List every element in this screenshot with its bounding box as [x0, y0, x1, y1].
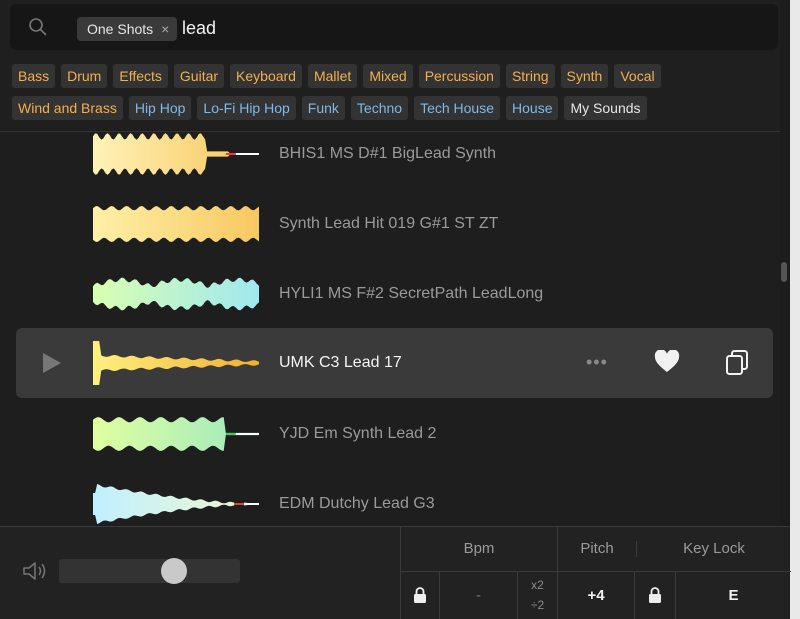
- tag-percussion[interactable]: Percussion: [418, 64, 500, 88]
- sound-name: UMK C3 Lead 17: [279, 354, 402, 371]
- bpm-value[interactable]: -: [440, 572, 517, 618]
- more-options-icon[interactable]: •••: [586, 352, 608, 373]
- sound-row[interactable]: EDM Dutchy Lead G3: [16, 469, 773, 526]
- volume-icon[interactable]: [22, 560, 48, 582]
- sound-row[interactable]: UMK C3 Lead 17 •••: [16, 328, 773, 398]
- sound-name: EDM Dutchy Lead G3: [279, 495, 435, 512]
- halve-bpm-button[interactable]: ÷2: [531, 595, 544, 615]
- sound-name: BHIS1 MS D#1 BigLead Synth: [279, 145, 497, 162]
- waveform[interactable]: [93, 411, 259, 457]
- tag-keyboard[interactable]: Keyboard: [230, 64, 302, 88]
- volume-slider[interactable]: [59, 559, 240, 583]
- sound-row[interactable]: HYLI1 MS F#2 SecretPath LeadLong: [16, 259, 773, 329]
- pitch-value[interactable]: +4: [558, 572, 634, 618]
- tag-row-instruments: Bass Drum Effects Guitar Keyboard Mallet Mixed…: [12, 64, 792, 88]
- window-edge: [790, 0, 800, 619]
- pitch-label: Pitch: [580, 540, 614, 557]
- tag-techno[interactable]: Techno: [350, 96, 409, 120]
- sound-name: YJD Em Synth Lead 2: [279, 425, 437, 442]
- tag-vocal[interactable]: Vocal: [614, 64, 661, 88]
- copy-icon[interactable]: [725, 349, 749, 375]
- tag-mixed[interactable]: Mixed: [363, 64, 413, 88]
- close-icon[interactable]: ×: [161, 21, 169, 37]
- sound-name: HYLI1 MS F#2 SecretPath LeadLong: [279, 285, 544, 302]
- bpm-lock-button[interactable]: [401, 572, 439, 618]
- tag-wind-and-brass[interactable]: Wind and Brass: [12, 96, 123, 120]
- double-bpm-button[interactable]: x2: [531, 575, 544, 595]
- search-icon: [29, 18, 47, 36]
- search-bar[interactable]: One Shots ×: [10, 4, 778, 50]
- lock-icon: [414, 587, 426, 603]
- tag-lo-fi-hip-hop[interactable]: Lo-Fi Hip Hop: [197, 96, 296, 120]
- tag-drum[interactable]: Drum: [61, 64, 108, 88]
- tag-house[interactable]: House: [506, 96, 559, 120]
- bpm-multiplier[interactable]: x2 ÷2: [518, 572, 557, 618]
- tag-my-sounds[interactable]: My Sounds: [564, 96, 647, 120]
- bpm-label: Bpm: [463, 540, 495, 557]
- waveform[interactable]: [93, 481, 259, 526]
- volume-slider-handle[interactable]: [161, 558, 187, 584]
- tag-row-genres: Wind and Brass Hip Hop Lo-Fi Hip Hop Funk Te…: [12, 96, 792, 120]
- lock-icon: [649, 587, 661, 603]
- waveform[interactable]: [93, 201, 259, 247]
- sound-row[interactable]: Synth Lead Hit 019 G#1 ST ZT: [16, 189, 773, 259]
- tag-filters: Bass Drum Effects Guitar Keyboard Mallet Mixed…: [12, 64, 792, 128]
- heart-icon[interactable]: [654, 350, 680, 374]
- key-lock-button[interactable]: [635, 572, 675, 618]
- tag-guitar[interactable]: Guitar: [173, 64, 225, 88]
- search-input[interactable]: [182, 13, 582, 43]
- tag-effects[interactable]: Effects: [113, 64, 168, 88]
- sound-name: Synth Lead Hit 019 G#1 ST ZT: [279, 215, 499, 232]
- tempo-pitch-panel: Bpm Pitch Key Lock - x2 ÷2 +4 E: [400, 527, 791, 619]
- tag-tech-house[interactable]: Tech House: [414, 96, 501, 120]
- key-value[interactable]: E: [676, 572, 791, 618]
- filter-chip-one-shots[interactable]: One Shots ×: [77, 17, 178, 41]
- filter-chip-label: One Shots: [87, 21, 154, 37]
- tag-synth[interactable]: Synth: [560, 64, 609, 88]
- waveform[interactable]: [93, 133, 259, 177]
- waveform[interactable]: [93, 271, 259, 317]
- sound-row[interactable]: YJD Em Synth Lead 2: [16, 399, 773, 469]
- search-panel: One Shots × BassDrumEffectsGuitarKeyboar…: [0, 0, 800, 132]
- tag-bass[interactable]: Bass: [12, 64, 56, 88]
- tag-funk[interactable]: Funk: [301, 96, 345, 120]
- playback-controls: Bpm Pitch Key Lock - x2 ÷2 +4 E: [0, 526, 791, 619]
- scrollbar-thumb[interactable]: [781, 262, 787, 282]
- sound-list[interactable]: BHIS1 MS D#1 BigLead Synth Synth Lead Hit…: [0, 133, 778, 526]
- tag-hip-hop[interactable]: Hip Hop: [128, 96, 192, 120]
- sound-row[interactable]: BHIS1 MS D#1 BigLead Synth: [16, 133, 773, 189]
- waveform[interactable]: [93, 340, 259, 386]
- key-lock-label: Key Lock: [683, 540, 745, 557]
- tag-string[interactable]: String: [505, 64, 555, 88]
- tag-mallet[interactable]: Mallet: [307, 64, 358, 88]
- divider: [636, 541, 637, 557]
- play-icon[interactable]: [40, 352, 62, 374]
